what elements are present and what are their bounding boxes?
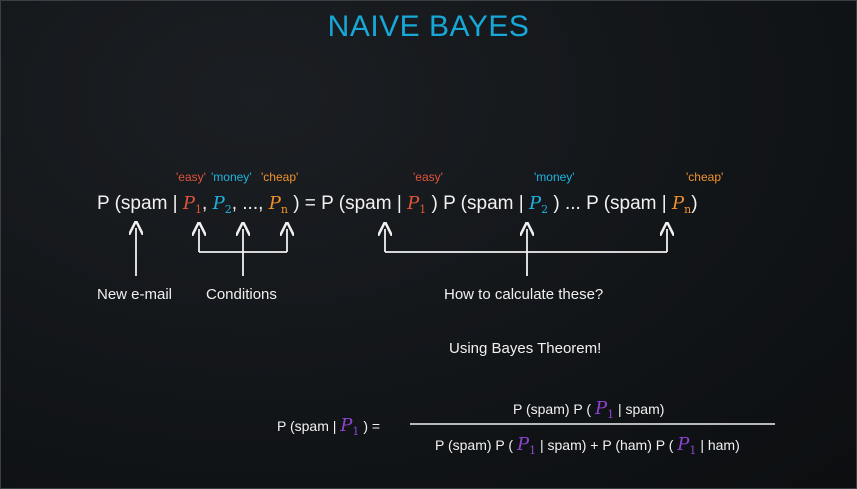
bayes-denominator: P (spam) P ( P1 | spam) + P (ham) P ( P1…	[435, 434, 740, 457]
label-using-bayes: Using Bayes Theorem!	[449, 340, 602, 357]
annotation-arrows	[0, 0, 775, 425]
label-conditions: Conditions	[206, 286, 277, 303]
bayes-lhs: P (spam | P1 ) =	[277, 415, 381, 438]
bayes-num-var-p1: P1	[594, 398, 615, 421]
bayes-lhs-var-p1: P1	[340, 415, 360, 438]
bayes-numerator: P (spam) P ( P1 | spam)	[513, 398, 665, 421]
label-new-email: New e-mail	[97, 286, 173, 303]
label-how-to-calculate: How to calculate these?	[444, 286, 604, 303]
bayes-den-var-p1b: P1	[677, 434, 697, 457]
bayes-den-var-p1a: P1	[516, 434, 537, 457]
